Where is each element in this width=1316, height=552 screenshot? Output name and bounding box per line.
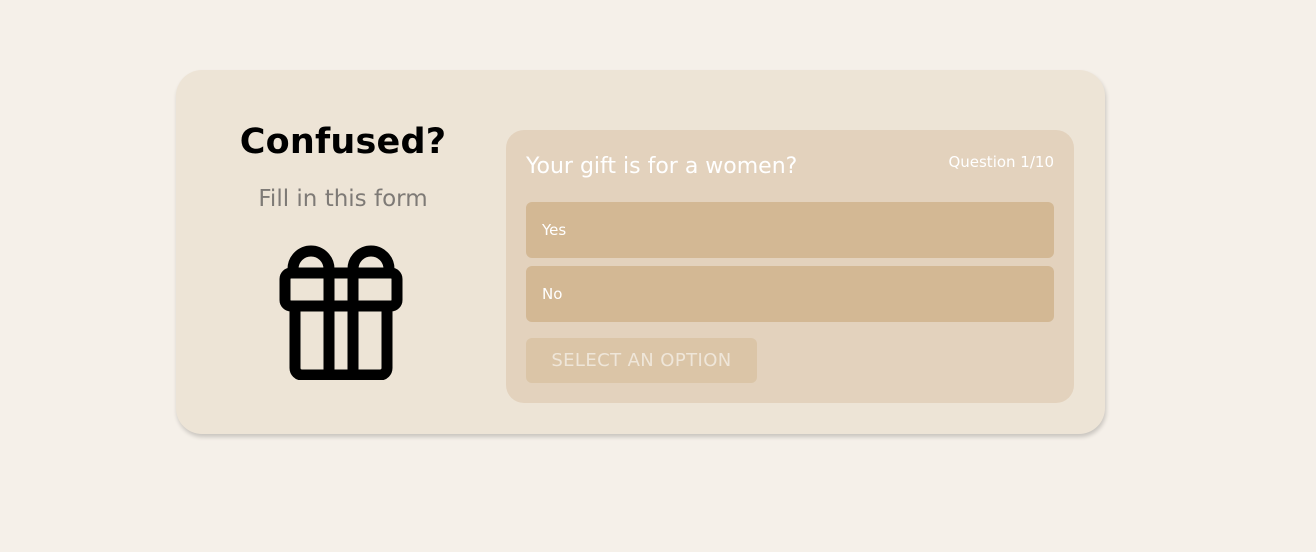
- question-text: Your gift is for a women?: [526, 154, 798, 179]
- option-yes-button[interactable]: Yes: [526, 202, 1054, 258]
- select-option-button[interactable]: SELECT AN OPTION: [526, 338, 757, 383]
- page-subtitle: Fill in this form: [258, 186, 428, 212]
- quiz-card: Confused? Fill in this form Your gift is…: [176, 70, 1105, 434]
- page-title: Confused?: [239, 122, 447, 162]
- question-panel: Your gift is for a women? Question 1/10 …: [506, 130, 1074, 403]
- gift-icon: [279, 245, 403, 380]
- option-no-button[interactable]: No: [526, 266, 1054, 322]
- question-counter: Question 1/10: [948, 153, 1054, 171]
- intro-panel: Confused? Fill in this form: [176, 70, 510, 434]
